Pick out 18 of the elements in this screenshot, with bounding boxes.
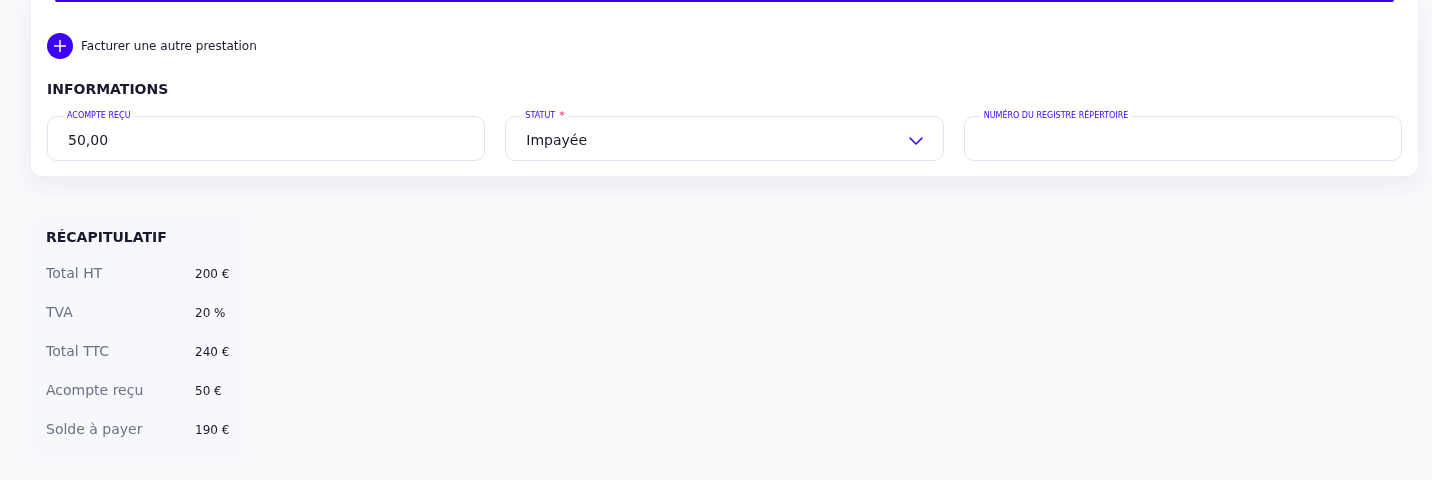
- section-title: INFORMATIONS: [47, 80, 170, 99]
- field-label: NUMÉRO DU REGISTRE RÉPERTOIRE: [983, 111, 1129, 121]
- summary-value: 190 €: [195, 421, 230, 439]
- summary-value: 20 %: [195, 304, 226, 322]
- add-service-link[interactable]: Facturer une autre prestation: [81, 37, 257, 55]
- summary-label: Acompte reçu: [46, 381, 145, 400]
- plus-icon: [54, 40, 66, 52]
- input-field[interactable]: [963, 116, 1402, 161]
- chevron-down-icon: [908, 136, 923, 145]
- summary-label: Solde à payer: [46, 420, 144, 439]
- summary-value: 240 €: [195, 343, 230, 361]
- summary-value: 50 €: [195, 382, 222, 400]
- summary-label: TVA: [46, 303, 74, 322]
- summary-label: Total HT: [46, 264, 104, 283]
- summary-value: 200 €: [195, 265, 230, 283]
- add-service-button[interactable]: [47, 33, 73, 59]
- summary-title: RÉCAPITULATIF: [46, 228, 168, 247]
- summary-label: Total TTC: [46, 342, 110, 361]
